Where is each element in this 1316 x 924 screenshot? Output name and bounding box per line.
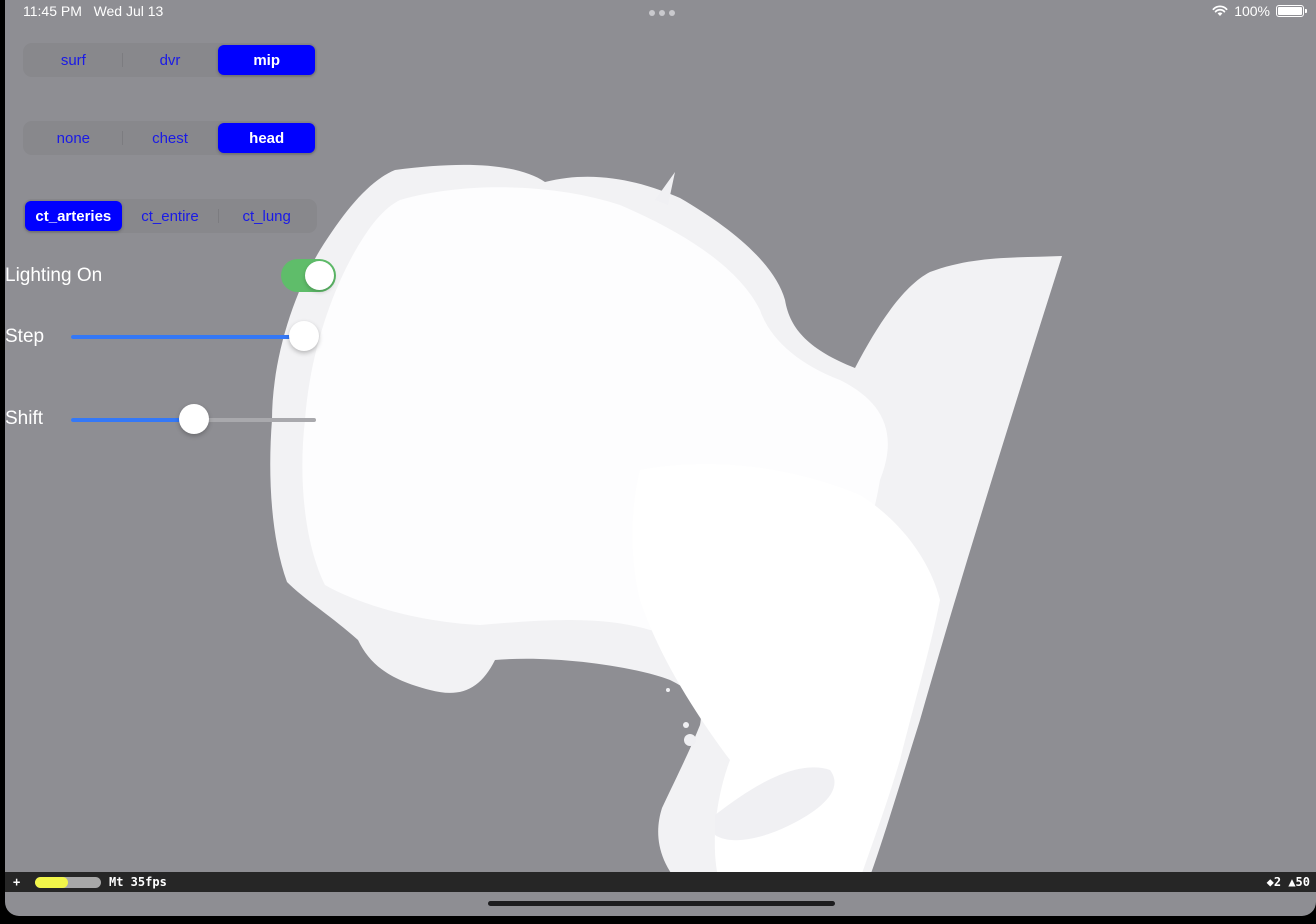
- draw-stats: ◆2 ▲50: [1266, 875, 1310, 889]
- lighting-label: Lighting On: [5, 265, 103, 286]
- status-time: 11:45 PM Wed Jul 13: [23, 3, 164, 19]
- dataset-segmented-control: ct_arteries ct_entire ct_lung: [23, 199, 317, 233]
- status-right: 100%: [1212, 3, 1307, 19]
- step-slider-thumb[interactable]: [288, 321, 319, 351]
- battery-icon: [1276, 5, 1307, 17]
- render-mode-segmented-control: surf dvr mip: [23, 43, 317, 77]
- multitasking-dots-icon[interactable]: [649, 10, 675, 16]
- render-mode-option-surf[interactable]: surf: [25, 45, 122, 75]
- toggle-knob: [305, 261, 334, 290]
- gpu-load-fill: [35, 877, 68, 888]
- dataset-option-ct-entire[interactable]: ct_entire: [122, 201, 219, 231]
- step-slider-fill: [71, 335, 304, 339]
- step-label: Step: [5, 326, 45, 347]
- render-mode-option-mip[interactable]: mip: [218, 45, 316, 75]
- gpu-load-bar: [35, 877, 101, 888]
- lighting-toggle[interactable]: [281, 259, 336, 292]
- preset-option-none[interactable]: none: [25, 123, 122, 153]
- volume-render-fragment: [666, 688, 670, 692]
- step-slider[interactable]: [71, 321, 319, 351]
- volume-render-fragment: [683, 722, 689, 728]
- dataset-option-ct-arteries[interactable]: ct_arteries: [25, 201, 122, 231]
- preset-option-chest[interactable]: chest: [121, 123, 219, 153]
- fps-readout: Mt 35fps: [109, 875, 167, 889]
- dataset-option-ct-lung[interactable]: ct_lung: [218, 201, 315, 231]
- performance-hud: + Mt 35fps ◆2 ▲50: [5, 872, 1316, 892]
- status-bar: 11:45 PM Wed Jul 13 100%: [5, 0, 1316, 22]
- battery-percent: 100%: [1234, 3, 1270, 19]
- hud-expand-icon[interactable]: +: [13, 875, 20, 889]
- shift-slider[interactable]: [71, 404, 316, 434]
- shift-label: Shift: [5, 408, 44, 429]
- app-screen: 11:45 PM Wed Jul 13 100% surf dvr mip no…: [5, 0, 1316, 916]
- shift-slider-thumb[interactable]: [178, 404, 209, 434]
- wifi-icon: [1212, 5, 1228, 16]
- volume-render-fragment: [684, 734, 696, 746]
- preset-option-head[interactable]: head: [218, 123, 316, 153]
- home-indicator[interactable]: [488, 901, 835, 906]
- preset-segmented-control: none chest head: [23, 121, 317, 155]
- render-mode-option-dvr[interactable]: dvr: [121, 45, 219, 75]
- shift-slider-fill: [71, 418, 194, 422]
